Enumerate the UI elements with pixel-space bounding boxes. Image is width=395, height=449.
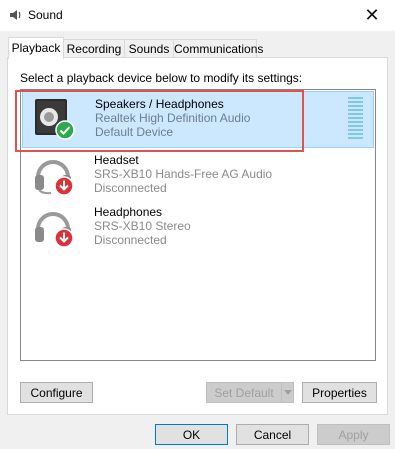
device-name: Headphones [94, 205, 163, 219]
close-icon: ✕ [364, 5, 380, 25]
red-down-arrow-icon [54, 228, 74, 248]
device-status: Disconnected [94, 181, 167, 195]
device-status: Disconnected [94, 233, 167, 247]
apply-button[interactable]: Apply [317, 424, 390, 445]
device-text: Headphones SRS-XB10 Stereo Disconnected [94, 205, 191, 247]
device-text: Headset SRS-XB10 Hands-Free AG Audio Dis… [94, 153, 272, 195]
set-default-button[interactable]: Set Default [206, 382, 282, 403]
device-name: Headset [94, 153, 139, 167]
red-down-arrow-icon [54, 176, 74, 196]
tab-communications[interactable]: Communications [173, 39, 263, 58]
ok-button[interactable]: OK [155, 424, 228, 445]
chevron-down-icon [283, 390, 292, 395]
highlight-annotation-box [15, 90, 304, 152]
title-bar: Sound ✕ [0, 0, 395, 31]
sound-app-icon [10, 10, 21, 20]
tab-playback[interactable]: Playback [8, 37, 64, 59]
configure-button[interactable]: Configure [20, 382, 93, 403]
set-default-dropdown-button[interactable] [281, 382, 294, 403]
window-title: Sound [28, 8, 63, 22]
instruction-text: Select a playback device below to modify… [20, 71, 303, 85]
device-driver: SRS-XB10 Stereo [94, 219, 191, 233]
tab-sounds[interactable]: Sounds [124, 39, 174, 58]
device-item-headphones[interactable]: Headphones SRS-XB10 Stereo Disconnected [22, 200, 372, 255]
device-item-headset[interactable]: Headset SRS-XB10 Hands-Free AG Audio Dis… [22, 148, 372, 203]
cancel-button[interactable]: Cancel [236, 424, 309, 445]
device-driver: SRS-XB10 Hands-Free AG Audio [94, 167, 273, 181]
properties-button[interactable]: Properties [302, 382, 377, 403]
volume-level-meter [348, 97, 363, 141]
tab-recording[interactable]: Recording [63, 39, 125, 58]
close-button[interactable]: ✕ [349, 0, 395, 31]
